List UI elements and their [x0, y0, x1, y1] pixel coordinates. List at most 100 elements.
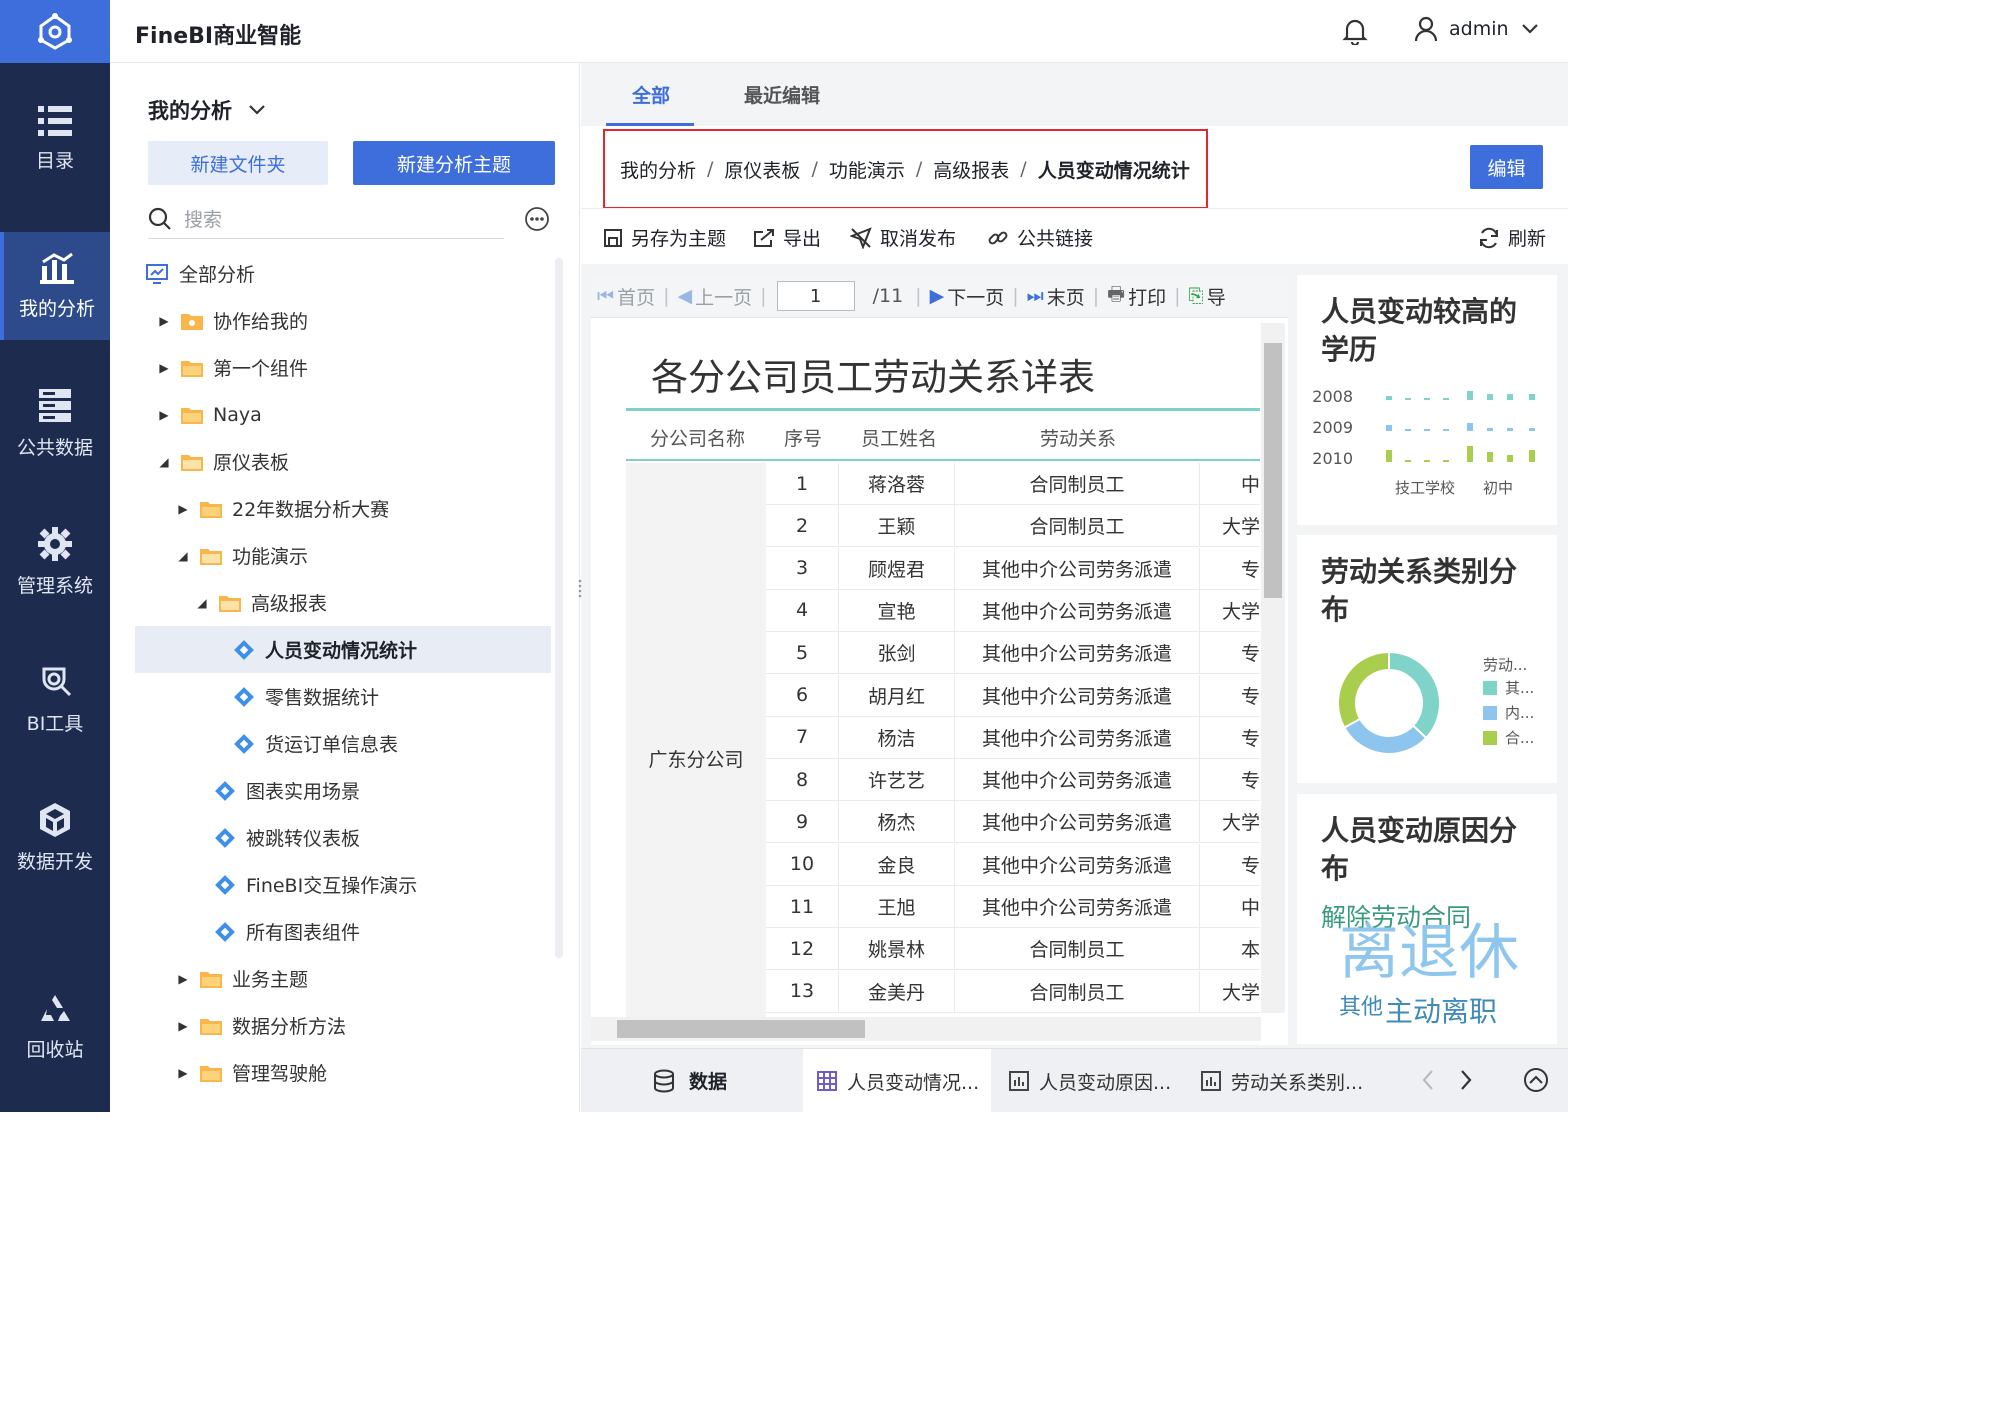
chevron-right-icon[interactable]	[1459, 1069, 1473, 1095]
tree-node-business[interactable]: ▶ 业务主题	[135, 955, 551, 1002]
legend-label[interactable]: 合...	[1505, 729, 1534, 747]
new-folder-button[interactable]: 新建文件夹	[148, 141, 328, 185]
tree-node-jump-dashboard[interactable]: 被跳转仪表板	[135, 814, 551, 861]
collapse-arrow-icon[interactable]: ◢	[195, 596, 209, 610]
expand-arrow-icon[interactable]: ▶	[157, 361, 171, 375]
scatter-point[interactable]	[1487, 394, 1493, 400]
first-page-button[interactable]: ⏮ 首页	[597, 283, 655, 310]
collapse-up-icon[interactable]	[1523, 1067, 1549, 1097]
scatter-point[interactable]	[1443, 398, 1449, 400]
scatter-point[interactable]	[1424, 429, 1430, 431]
rail-item-management[interactable]: 管理系统	[0, 508, 110, 616]
scroll-thumb[interactable]	[617, 1020, 865, 1038]
bottom-tab-reason[interactable]: 人员变动原因...	[1009, 1049, 1171, 1112]
tab-all[interactable]: 全部	[632, 81, 670, 108]
tree-node-retail[interactable]: 零售数据统计	[135, 673, 551, 720]
last-page-button[interactable]: ⏭ 末页	[1027, 283, 1085, 310]
legend-label[interactable]: 内...	[1505, 704, 1534, 722]
widget-labor-relation[interactable]: 劳动关系类别分布 劳动... 其... 内... 合...	[1297, 535, 1557, 783]
scatter-point[interactable]	[1424, 460, 1430, 462]
rail-item-catalog[interactable]: 目录	[0, 85, 110, 193]
rail-item-public-data[interactable]: 公共数据	[0, 370, 110, 478]
scatter-point[interactable]	[1405, 460, 1411, 462]
report-vertical-scrollbar[interactable]	[1261, 323, 1285, 1013]
widget-education[interactable]: 人员变动较高的学历 2008 2009 2010 技工学校 初中	[1297, 275, 1557, 525]
scatter-point[interactable]	[1405, 398, 1411, 400]
scatter-point[interactable]	[1507, 455, 1513, 462]
scatter-point[interactable]	[1386, 450, 1392, 462]
refresh-button[interactable]: 刷新	[1478, 224, 1546, 251]
tree-node-naya[interactable]: ▶ Naya	[135, 391, 551, 438]
scatter-point[interactable]	[1386, 425, 1392, 431]
edit-button[interactable]: 编辑	[1470, 145, 1543, 189]
user-menu[interactable]: admin	[1415, 16, 1539, 42]
widget-change-reason[interactable]: 人员变动原因分布 解除劳动合同 离退休 其他 主动离职	[1297, 794, 1557, 1044]
bell-icon[interactable]	[1342, 17, 1368, 49]
next-page-button[interactable]: ▶ 下一页	[930, 283, 1005, 310]
expand-arrow-icon[interactable]: ▶	[157, 408, 171, 422]
scatter-point[interactable]	[1487, 428, 1493, 431]
scatter-point[interactable]	[1443, 429, 1449, 431]
scatter-point[interactable]	[1529, 428, 1535, 431]
expand-arrow-icon[interactable]: ▶	[176, 972, 190, 986]
breadcrumb-item[interactable]: 我的分析	[620, 156, 696, 183]
tree-node-interaction-demo[interactable]: FineBI交互操作演示	[135, 861, 551, 908]
pie-slice[interactable]	[1388, 650, 1441, 740]
print-button[interactable]: 🖶 打印	[1107, 280, 1166, 312]
scatter-point[interactable]	[1467, 446, 1473, 462]
tree-node-demo[interactable]: ◢ 功能演示	[135, 532, 551, 579]
page-number-input[interactable]: 1	[776, 281, 855, 311]
pie-slice[interactable]	[1337, 650, 1390, 729]
data-tab[interactable]: 数据	[653, 1067, 727, 1094]
breadcrumb-item[interactable]: 原仪表板	[724, 156, 800, 183]
rail-item-my-analysis[interactable]: 我的分析	[0, 232, 110, 340]
scatter-point[interactable]	[1405, 429, 1411, 431]
expand-arrow-icon[interactable]: ▶	[157, 314, 171, 328]
tree-node-shared[interactable]: ▶ 协作给我的	[135, 297, 551, 344]
tree-node-dashboard[interactable]: ◢ 原仪表板	[135, 438, 551, 485]
scatter-point[interactable]	[1386, 396, 1392, 400]
bottom-tab-report[interactable]: 人员变动情况...	[803, 1049, 991, 1112]
collapse-arrow-icon[interactable]: ◢	[176, 549, 190, 563]
scatter-point[interactable]	[1507, 428, 1513, 431]
tree-node-first-component[interactable]: ▶ 第一个组件	[135, 344, 551, 391]
scroll-thumb[interactable]	[1264, 343, 1282, 598]
tree-title[interactable]: 我的分析	[148, 95, 266, 125]
tree-node-methods[interactable]: ▶ 数据分析方法	[135, 1002, 551, 1049]
scatter-point[interactable]	[1443, 460, 1449, 462]
rail-item-data-dev[interactable]: 数据开发	[0, 784, 110, 892]
tab-recent[interactable]: 最近编辑	[744, 81, 820, 108]
rail-item-bi-tools[interactable]: BI工具	[0, 646, 110, 754]
scatter-point[interactable]	[1424, 398, 1430, 400]
expand-arrow-icon[interactable]: ▶	[176, 1066, 190, 1080]
collapse-arrow-icon[interactable]: ◢	[157, 455, 171, 469]
save-as-subject-button[interactable]: 另存为主题	[603, 224, 726, 251]
public-link-button[interactable]: 公共链接	[987, 224, 1093, 251]
pager-export-button[interactable]: ⎘ 导	[1189, 283, 1226, 310]
tree-node-all-charts[interactable]: 所有图表组件	[135, 908, 551, 955]
expand-arrow-icon[interactable]: ▶	[176, 502, 190, 516]
tree-node-cockpit[interactable]: ▶ 管理驾驶舱	[135, 1049, 551, 1096]
tree-node-chart-scenes[interactable]: 图表实用场景	[135, 767, 551, 814]
tree-node-all[interactable]: 全部分析	[135, 250, 551, 297]
tree-node-personnel-change[interactable]: 人员变动情况统计	[135, 626, 551, 673]
chevron-left-icon[interactable]	[1421, 1069, 1435, 1095]
report-horizontal-scrollbar[interactable]	[591, 1017, 1261, 1041]
scatter-point[interactable]	[1529, 450, 1535, 462]
legend-label[interactable]: 其...	[1505, 679, 1534, 697]
tree-node-contest[interactable]: ▶ 22年数据分析大赛	[135, 485, 551, 532]
scatter-point[interactable]	[1467, 423, 1473, 431]
scatter-point[interactable]	[1507, 394, 1513, 400]
rail-item-recycle[interactable]: 回收站	[0, 974, 110, 1082]
breadcrumb-item[interactable]: 高级报表	[933, 156, 1009, 183]
tree-node-advanced-report[interactable]: ◢ 高级报表	[135, 579, 551, 626]
tree-scrollbar[interactable]	[555, 258, 563, 958]
new-subject-button[interactable]: 新建分析主题	[353, 141, 555, 185]
search-input[interactable]: 搜索	[148, 199, 504, 239]
fine-logo-icon[interactable]	[0, 0, 110, 63]
more-options-icon[interactable]	[524, 206, 550, 236]
breadcrumb-item[interactable]: 功能演示	[829, 156, 905, 183]
unpublish-button[interactable]: 取消发布	[850, 224, 956, 251]
bottom-tab-relation[interactable]: 劳动关系类别...	[1201, 1049, 1363, 1112]
scatter-point[interactable]	[1467, 391, 1473, 400]
